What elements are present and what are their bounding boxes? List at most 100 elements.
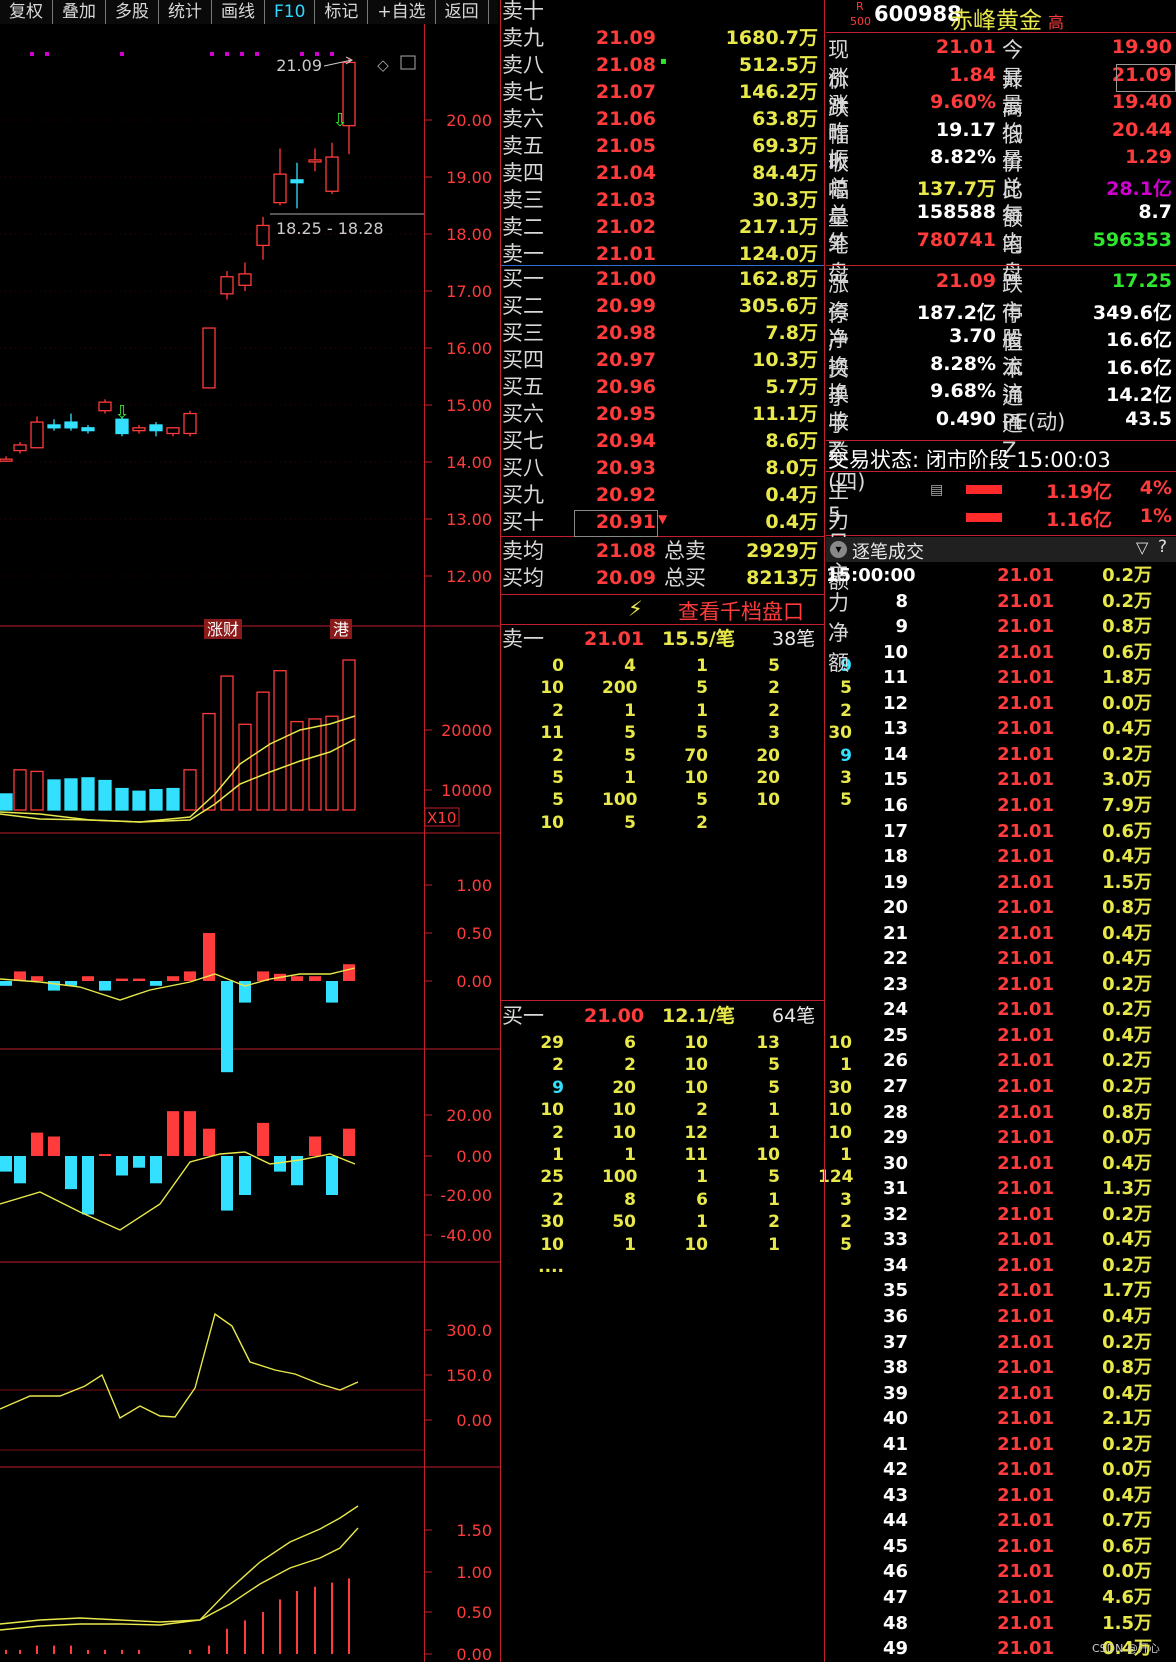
book-sell-price[interactable]: 21.09	[560, 25, 656, 52]
axis-label: 19.00	[446, 168, 492, 187]
volume-bar	[183, 769, 197, 811]
tick-volume: 0.6万	[1102, 641, 1152, 663]
tick-volume: 3.0万	[1102, 769, 1152, 791]
tick-volume: 0.0万	[1102, 1561, 1152, 1583]
stock-name: 赤峰黄金	[950, 8, 1042, 34]
toolbar-item-2[interactable]: 多股	[106, 0, 159, 24]
candle-body	[64, 421, 78, 429]
queue-cell: 5	[696, 723, 708, 744]
book-sell-price[interactable]: 21.03	[560, 187, 656, 214]
book-buy-price[interactable]: 20.95	[560, 401, 656, 428]
book-buy-price[interactable]: 20.97	[560, 347, 656, 374]
detail-icon[interactable]: ▤	[930, 482, 943, 498]
book-sell-price[interactable]: 21.07	[560, 79, 656, 106]
toolbar-item-1[interactable]: 叠加	[53, 0, 106, 24]
book-sell-price[interactable]: 21.04	[560, 160, 656, 187]
toolbar-item-3[interactable]: 统计	[159, 0, 212, 24]
book-buy-price[interactable]: 20.91	[560, 509, 656, 536]
info-value-2: 8.7	[1138, 201, 1172, 223]
info-value-2: 28.1亿	[1106, 177, 1172, 200]
help-icon[interactable]: ?	[1158, 537, 1167, 557]
toolbar-item-5[interactable]: F10	[265, 0, 316, 24]
queue-cell: 6	[696, 1189, 708, 1210]
book-buy-price[interactable]: 20.92	[560, 482, 656, 509]
info-value-1: 19.17	[935, 118, 996, 141]
volume-bar	[166, 787, 180, 811]
toolbar-item-0[interactable]: 复权	[0, 0, 53, 24]
indicator-line	[0, 1527, 359, 1625]
toolbar-item-6[interactable]: 标记	[315, 0, 369, 24]
queue-cell: 1	[696, 700, 708, 721]
watermark: CSDN @开心	[1092, 1642, 1160, 1655]
book-sell-price[interactable]: 21.06	[560, 106, 656, 133]
tick-price: 21.01	[997, 1638, 1054, 1660]
book-buy-price[interactable]: 20.96	[560, 374, 656, 401]
book-sell-price[interactable]: 21.08	[560, 52, 656, 79]
tick-time: 20	[882, 897, 908, 919]
queue-cell: 2	[768, 1212, 780, 1233]
axis-label: 0.00	[456, 972, 492, 991]
book-buy-volume: 10.3万	[752, 349, 818, 371]
book-buy-label: 买三	[502, 321, 544, 345]
indicator-bar	[82, 1156, 94, 1215]
tick-price: 21.01	[997, 1510, 1054, 1532]
queue-cell: 5	[552, 790, 564, 811]
book-divider	[500, 536, 824, 537]
indicator-bar	[14, 1156, 26, 1184]
avg-label: 卖均	[502, 539, 544, 563]
signal-dot	[120, 52, 124, 56]
candle-body	[13, 444, 27, 452]
book-sell-price[interactable]	[560, 0, 656, 25]
book-buy-price[interactable]: 20.99	[560, 293, 656, 320]
book-sell-price[interactable]: 21.05	[560, 133, 656, 160]
queue-cell: 10	[684, 1033, 708, 1053]
filter-icon[interactable]: ▽	[1136, 538, 1148, 557]
tick-time: 30	[882, 1152, 908, 1174]
book-buy-price[interactable]: 20.94	[560, 428, 656, 455]
macd-bar	[291, 976, 303, 981]
kline-chart-area[interactable]: 20.00 19.00 18.00 17.00 16.00 15.00 14.00 13.00…	[0, 24, 500, 1662]
axis-label: 12.00	[446, 567, 492, 586]
queue-cell: 3	[768, 723, 780, 744]
queue-cell: 10	[540, 678, 564, 699]
book-sell-label: 卖七	[502, 80, 544, 104]
queue-cell: 2	[552, 1055, 564, 1076]
fund-flow-value: 1.19亿	[1046, 481, 1112, 503]
macd-bar	[167, 976, 179, 981]
info-value-2: 349.6亿	[1092, 301, 1172, 324]
toolbar-item-4[interactable]: 画线	[212, 0, 265, 24]
queue-cell: 10	[540, 1234, 564, 1255]
signal-dot	[45, 52, 49, 56]
book-buy-price[interactable]: 20.98	[560, 320, 656, 347]
volume-unit: X10	[427, 809, 456, 827]
info-divider	[826, 535, 1176, 536]
collapse-icon[interactable]: ▾	[830, 541, 847, 558]
book-buy-price[interactable]: 21.00	[560, 266, 656, 293]
toolbar-item-8[interactable]: 返回	[436, 0, 489, 24]
tick-time: 8	[895, 590, 908, 612]
panel-toggle-icon[interactable]	[400, 55, 416, 70]
tick-volume: 0.4万	[1102, 1024, 1152, 1046]
book-buy-price[interactable]: 20.93	[560, 455, 656, 482]
indicator-bar	[184, 1111, 196, 1156]
thousand-depth-link[interactable]: 查看千档盘口	[678, 596, 804, 626]
book-buy-label: 买四	[502, 348, 544, 372]
queue-cell: 10	[612, 1122, 636, 1143]
tick-volume: 0.2万	[1102, 973, 1152, 995]
book-divider	[500, 594, 824, 595]
queue-cell: 1	[624, 1234, 636, 1255]
queue-cell: 5	[624, 745, 636, 766]
indicator-bar	[167, 1111, 179, 1156]
tick-volume: 0.0万	[1102, 1127, 1152, 1149]
tick-price: 21.01	[997, 1101, 1054, 1123]
info-value-1: 187.2亿	[916, 301, 996, 324]
signal-dot	[30, 52, 34, 56]
toolbar-item-7[interactable]: +自选	[368, 0, 436, 24]
tick-price: 21.01	[997, 973, 1054, 995]
tick-price: 21.01	[997, 718, 1054, 740]
book-sell-price[interactable]: 21.01	[560, 241, 656, 268]
book-sell-price[interactable]: 21.02	[560, 214, 656, 241]
avg-price: 20.09	[595, 567, 656, 589]
book-buy-volume: 0.4万	[765, 511, 818, 533]
high-highlight	[1116, 64, 1176, 92]
